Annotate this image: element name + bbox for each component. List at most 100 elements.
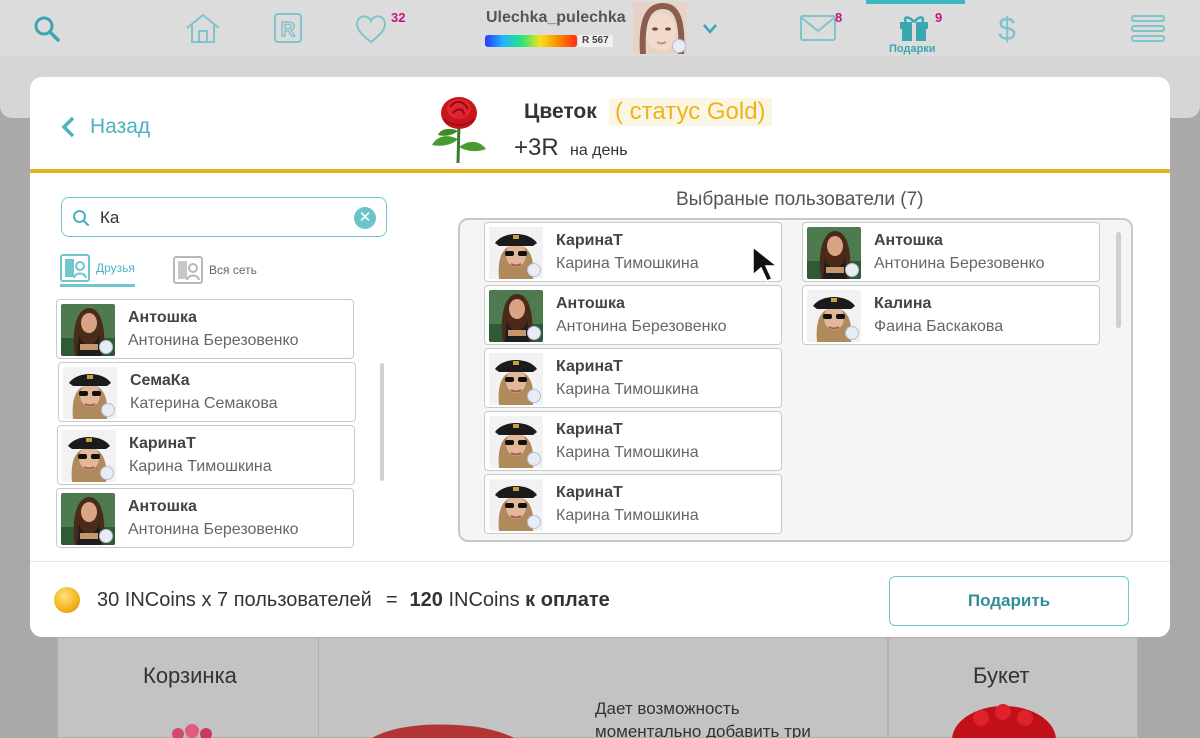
selected-user-item[interactable]: КаринаТ Карина Тимошкина: [484, 222, 782, 282]
payment-footer: 30 INCoins x 7 пользователей = 120 INCoins…: [30, 561, 1170, 637]
user-fullname: Карина Тимошкина: [129, 458, 272, 475]
friends-icon: [60, 253, 90, 282]
user-nickname: КаринаТ: [129, 435, 196, 452]
user-fullname: Антонина Березовенко: [128, 521, 299, 538]
active-tab-indicator: [866, 0, 965, 4]
mail-icon[interactable]: [799, 13, 837, 43]
back-label: Назад: [90, 115, 151, 138]
bouquet-image: [952, 704, 1056, 738]
gift-button[interactable]: Подарить: [889, 576, 1129, 626]
product-title: Корзинка: [143, 663, 237, 688]
network-icon: [173, 256, 203, 284]
selected-user-item[interactable]: КаринаТ Карина Тимошкина: [484, 411, 782, 471]
user-nickname: КаринаТ: [556, 484, 623, 501]
selected-user-item[interactable]: Калина Фаина Баскакова: [802, 285, 1100, 345]
user-nickname: Антошка: [556, 295, 625, 312]
total-suffix: к оплате: [525, 589, 610, 611]
friend-list-item[interactable]: СемаКа Катерина Семакова: [58, 362, 356, 422]
user-nickname: КаринаТ: [556, 232, 623, 249]
home-icon[interactable]: [184, 12, 222, 44]
svg-text:$: $: [998, 12, 1016, 46]
rose-icon: [432, 97, 486, 164]
user-photo: [807, 227, 861, 279]
network-badge-icon: [100, 466, 114, 480]
payment-summary: 30 INCoins x 7 пользователей = 120 INCoins…: [97, 589, 610, 612]
search-icon[interactable]: [33, 15, 61, 43]
user-nickname: СемаКа: [130, 372, 190, 389]
network-badge-icon: [99, 529, 113, 543]
user-fullname: Карина Тимошкина: [556, 507, 699, 524]
network-badge-icon: [845, 263, 859, 277]
friend-list-item[interactable]: Антошка Антонина Березовенко: [56, 299, 354, 359]
selected-user-item[interactable]: КаринаТ Карина Тимошкина: [484, 474, 782, 534]
rating-value: R 567: [578, 35, 613, 47]
svg-text:R: R: [281, 19, 296, 41]
menu-icon[interactable]: [1131, 14, 1165, 44]
item-title: Цветок: [524, 100, 597, 123]
rating-icon[interactable]: R: [273, 12, 303, 44]
car-image: [372, 724, 514, 738]
user-fullname: Карина Тимошкина: [556, 444, 699, 461]
item-status: ( статус Gold): [609, 98, 772, 126]
likes-badge: 32: [391, 10, 406, 25]
user-name[interactable]: Ulechka_pulechka: [486, 9, 626, 27]
user-fullname: Фаина Баскакова: [874, 318, 1004, 335]
price-per-user: 30 INCoins x 7 пользователей: [97, 589, 372, 611]
selected-users-list: КаринаТ Карина Тимошкина Антошка Антонин…: [458, 218, 1133, 542]
user-fullname: Катерина Семакова: [130, 395, 278, 412]
gifts-tab-label[interactable]: Подарки: [889, 43, 936, 55]
user-photo: [489, 416, 543, 468]
friend-list-item[interactable]: Антошка Антонина Березовенко: [56, 488, 354, 548]
network-badge-icon: [527, 452, 541, 466]
product-card-bouquet[interactable]: Букет: [888, 637, 1138, 738]
user-nickname: Калина: [874, 295, 932, 312]
user-fullname: Антонина Березовенко: [556, 318, 727, 335]
modal-header: Назад Цветок ( статус Gold) +3R на день: [30, 77, 1170, 173]
coin-icon: [54, 587, 80, 613]
selected-scrollbar[interactable]: [1116, 232, 1121, 328]
user-nickname: Антошка: [128, 309, 197, 326]
user-photo: [63, 367, 117, 419]
gift-modal: Назад Цветок ( статус Gold) +3R на день …: [30, 77, 1170, 637]
friend-list-item[interactable]: КаринаТ Карина Тимошкина: [57, 425, 355, 485]
search-field[interactable]: ✕: [61, 197, 387, 237]
network-badge-icon: [527, 326, 541, 340]
user-photo: [489, 353, 543, 405]
top-navbar: R 32 Ulechka_pulechka R 567 8 9 Подарки …: [0, 0, 1200, 56]
network-badge-icon: [672, 39, 686, 53]
tab-friends-label: Друзья: [96, 260, 135, 275]
heart-icon[interactable]: [354, 14, 388, 44]
mouse-cursor-icon: [752, 245, 780, 282]
user-photo: [807, 290, 861, 342]
back-button[interactable]: Назад: [60, 115, 150, 139]
user-photo: [61, 493, 115, 545]
network-badge-icon: [845, 326, 859, 340]
basket-image: [172, 724, 212, 738]
tab-friends[interactable]: Друзья: [60, 253, 135, 287]
selected-user-item[interactable]: КаринаТ Карина Тимошкина: [484, 348, 782, 408]
user-nickname: Антошка: [128, 498, 197, 515]
dollar-icon[interactable]: $: [996, 12, 1018, 46]
search-input[interactable]: [100, 206, 345, 230]
product-title: Букет: [973, 663, 1030, 688]
user-photo: [489, 479, 543, 531]
gift-icon[interactable]: [897, 12, 931, 42]
avatar[interactable]: [633, 2, 687, 54]
tab-all-network[interactable]: Вся сеть: [173, 253, 257, 287]
chevron-down-icon[interactable]: [702, 22, 718, 36]
user-photo: [62, 430, 116, 482]
user-fullname: Карина Тимошкина: [556, 381, 699, 398]
user-fullname: Антонина Березовенко: [874, 255, 1045, 272]
clear-search-button[interactable]: ✕: [354, 207, 376, 229]
network-badge-icon: [99, 340, 113, 354]
total-currency: INCoins: [448, 589, 520, 611]
selected-user-item[interactable]: Антошка Антонина Березовенко: [484, 285, 782, 345]
user-photo: [489, 290, 543, 342]
friends-scrollbar[interactable]: [380, 363, 384, 481]
total-amount: 120: [409, 589, 443, 611]
selected-user-item[interactable]: Антошка Антонина Березовенко: [802, 222, 1100, 282]
user-fullname: Антонина Березовенко: [128, 332, 299, 349]
user-nickname: Антошка: [874, 232, 943, 249]
network-badge-icon: [101, 403, 115, 417]
rating-bar: [485, 35, 577, 47]
